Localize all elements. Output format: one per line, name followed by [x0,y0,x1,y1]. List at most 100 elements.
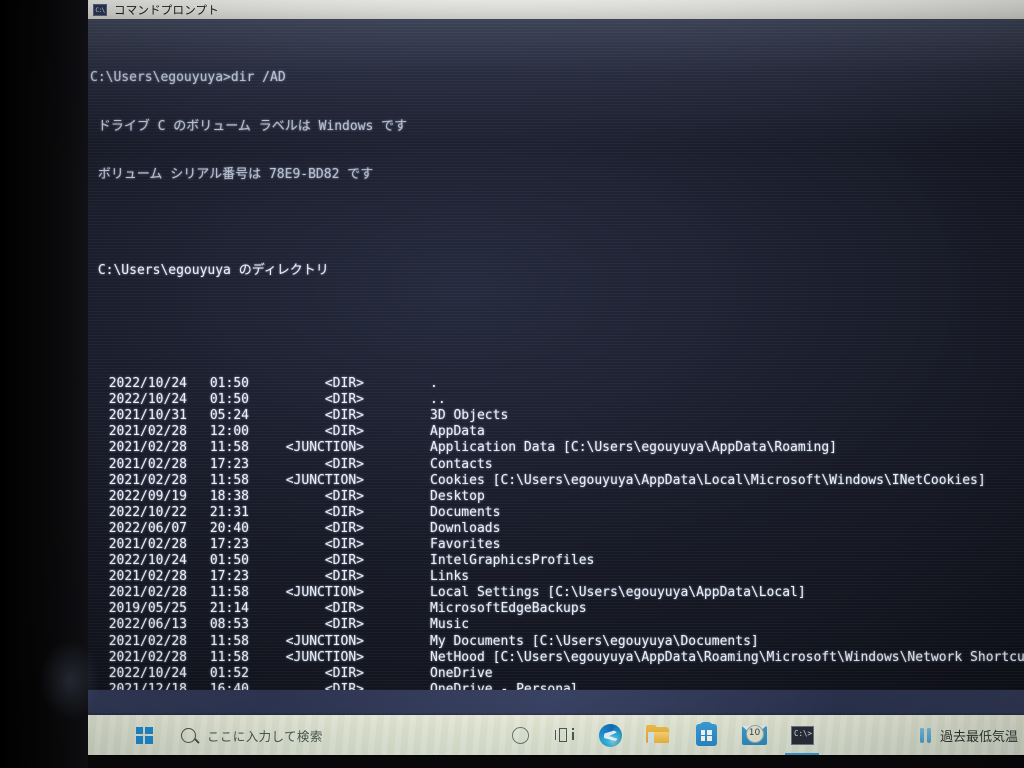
photo-glare [40,640,100,720]
directory-entry-row: 2021/02/28 17:23 <DIR> Links [90,569,1024,585]
entry-name: NetHood [C:\Users\egouyuya\AppData\Roami… [430,649,1024,665]
entry-date: 2021/02/28 [108,585,187,601]
entry-date: 2021/02/28 [108,440,187,456]
photograph-of-monitor: C:\ コマンドプロンプト C:\Users\egouyuya>dir /AD … [0,0,1024,768]
windows-taskbar[interactable]: ここに入力して検索 10 C:\> 過去最低気温 [88,715,1024,755]
entry-time: 11:58 [209,585,249,601]
entry-name: Links [430,569,470,585]
entry-name: . [430,376,438,392]
entry-time: 11:58 [209,633,249,649]
entry-name: Downloads [430,520,501,536]
entry-date: 2022/10/24 [108,376,187,392]
entry-name: Favorites [430,537,501,552]
directory-entry-row: 2022/10/24 01:50 <DIR>.. [90,392,1024,408]
entry-date: 2021/02/28 [108,537,187,552]
entry-time: 17:23 [209,537,249,552]
entry-time: 11:58 [209,440,249,456]
entry-type: <DIR> [324,537,364,552]
directory-entry-row: 2019/05/25 21:14 <DIR> MicrosoftEdgeBackups [90,601,1024,617]
console-volume-serial: ボリューム シリアル番号は 78E9-BD82 です [90,166,374,182]
edge-icon [598,723,622,747]
entry-name: Desktop [430,488,485,504]
entry-name: AppData [430,424,485,440]
entry-time: 11:58 [209,472,249,488]
entry-time: 16:40 [209,681,249,690]
directory-entry-row: 2022/10/24 01:52 <DIR> OneDrive [90,666,1024,682]
entry-time: 01:52 [209,665,249,681]
taskbar-app-store[interactable] [682,715,730,755]
entry-date: 2021/02/28 [108,649,187,665]
console-command-line: C:\Users\egouyuya>dir /AD [90,70,286,86]
entry-date: 2022/10/22 [108,504,187,520]
console-output-area[interactable]: C:\Users\egouyuya>dir /AD ドライブ C のボリューム … [88,19,1024,690]
entry-type: <DIR> [324,569,364,585]
active-app-indicator [785,752,819,755]
microsoft-store-icon [695,721,717,746]
entry-name: IntelGraphicsProfiles [430,553,595,569]
console-volume-label: ドライブ C のボリューム ラベルは Windows です [90,118,408,134]
cortana-button[interactable] [498,715,542,755]
entry-type: <DIR> [324,665,364,681]
entry-type: <DIR> [324,520,364,536]
command-prompt-window[interactable]: C:\ コマンドプロンプト C:\Users\egouyuya>dir /AD … [88,0,1024,690]
taskbar-app-edge[interactable] [586,715,634,755]
entry-type: <DIR> [324,424,364,440]
entry-type: <DIR> [324,617,364,633]
entry-type: <DIR> [324,408,364,424]
entry-type: <DIR> [324,376,364,392]
entry-time: 18:38 [209,488,249,504]
directory-entry-row: 2022/10/24 01:50 <DIR>. [90,376,1024,392]
weather-widget[interactable]: 過去最低気温 [919,715,1022,755]
taskbar-app-explorer[interactable] [634,715,682,755]
entry-name: Documents [430,504,501,520]
cmd-icon: C:\> [790,725,814,745]
entry-type: <JUNCTION> [285,440,364,456]
windows-logo-icon [135,726,153,744]
entry-date: 2021/12/18 [108,681,187,690]
entry-type: <JUNCTION> [285,649,364,665]
entry-date: 2021/02/28 [108,456,187,472]
entry-date: 2019/05/25 [108,601,187,617]
entry-type: <JUNCTION> [285,585,364,601]
entry-name: My Documents [C:\Users\egouyuya\Document… [430,633,759,649]
entry-time: 21:14 [209,601,249,617]
monitor-screen: C:\ コマンドプロンプト C:\Users\egouyuya>dir /AD … [88,0,1024,768]
entry-type: <DIR> [324,504,364,520]
entry-time: 17:23 [209,456,249,472]
window-titlebar[interactable]: C:\ コマンドプロンプト [88,0,1024,19]
entry-time: 08:53 [209,617,249,633]
entry-time: 01:50 [209,376,249,392]
task-view-button[interactable] [542,715,586,755]
thermometer-icon [919,727,931,743]
entry-type: <DIR> [324,553,364,569]
directory-entry-row: 2021/02/28 11:58 <JUNCTION> Local Settings … [90,585,1024,601]
entry-time: 01:50 [209,392,249,408]
directory-entry-row: 2021/02/28 11:58 <JUNCTION> Cookies [C:\Use… [90,473,1024,489]
entry-name: OneDrive - Personal [430,681,579,690]
mail-icon: 10 [741,724,767,745]
entry-name: .. [430,392,446,408]
taskbar-app-command-prompt[interactable]: C:\> [778,715,826,755]
weather-label: 過去最低気温 [939,729,1018,745]
entry-date: 2021/02/28 [108,569,187,585]
directory-entry-row: 2022/06/07 20:40 <DIR> Downloads [90,521,1024,537]
entry-date: 2022/06/07 [108,520,187,536]
entry-date: 2021/02/28 [108,633,187,649]
start-button[interactable] [120,715,168,755]
entry-date: 2021/02/28 [108,424,187,440]
search-input[interactable]: ここに入力して検索 [170,720,428,750]
windows-desktop: C:\ コマンドプロンプト C:\Users\egouyuya>dir /AD … [88,0,1024,722]
directory-entry-row: 2021/02/28 11:58 <JUNCTION> My Documents [C… [90,634,1024,650]
entry-type: <DIR> [324,456,364,472]
directory-entry-row: 2021/02/28 11:58 <JUNCTION> Application Dat… [90,440,1024,456]
entry-name: OneDrive [430,665,493,681]
directory-entry-row: 2021/12/18 16:40 <DIR> OneDrive - Personal [90,682,1024,690]
directory-entry-row: 2022/09/19 18:38 <DIR> Desktop [90,489,1024,505]
entry-date: 2021/02/28 [108,472,187,488]
window-title: コマンドプロンプト [114,2,219,17]
entry-date: 2022/10/24 [108,553,187,569]
taskbar-app-mail[interactable]: 10 [730,715,778,755]
mail-unread-badge: 10 [745,724,764,743]
entry-name: Cookies [C:\Users\egouyuya\AppData\Local… [430,472,986,488]
